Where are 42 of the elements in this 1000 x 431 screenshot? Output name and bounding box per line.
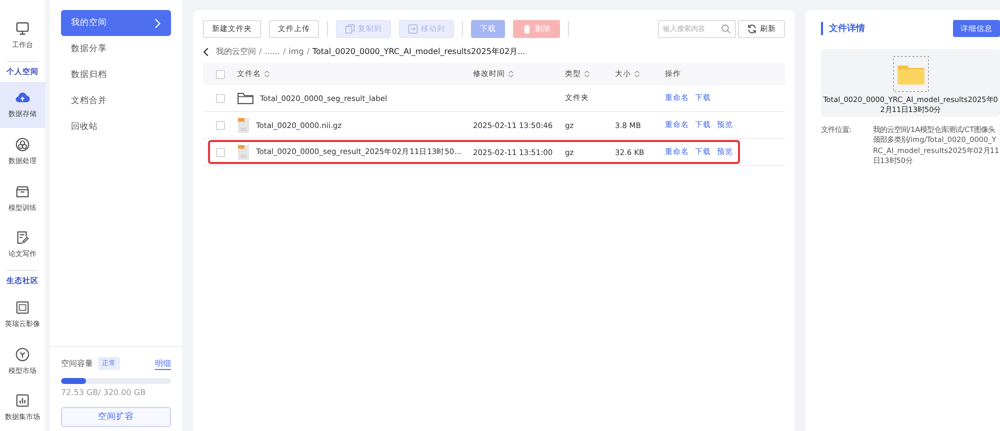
sort-icon	[634, 70, 640, 78]
breadcrumb-separator: /	[306, 47, 310, 56]
checkbox[interactable]	[216, 94, 224, 102]
folder-icon	[892, 56, 928, 92]
capacity-label: 空间容量	[61, 358, 93, 369]
file-icon	[237, 144, 250, 160]
checkbox[interactable]	[216, 120, 224, 130]
current-folder: Total_0020_0000_YRC_AI_model_results2025年02月...	[312, 46, 526, 57]
capacity-reading: 72.53 GB/ 320.00 GB	[61, 388, 147, 397]
copy-icon	[345, 24, 355, 34]
checkbox[interactable]	[216, 148, 224, 156]
back-icon[interactable]	[203, 46, 209, 56]
sidebar-item[interactable]: 文档合并	[61, 88, 171, 114]
breadcrumb-link[interactable]: 我的云空间	[216, 46, 256, 57]
sort-icon	[264, 70, 270, 78]
trash-icon	[522, 24, 532, 34]
sort-icon	[508, 70, 514, 78]
sidebar-item[interactable]: 我的空间	[61, 10, 171, 36]
sidebar-item[interactable]: 回收站	[61, 114, 171, 140]
folder-icon	[237, 92, 254, 104]
breadcrumb-separator: /	[282, 47, 286, 56]
breadcrumb-link[interactable]: img	[288, 47, 304, 56]
detail-link[interactable]: 明细	[155, 358, 171, 370]
refresh-icon	[747, 24, 757, 34]
circles-icon	[15, 137, 30, 152]
breadcrumb-link[interactable]: ......	[264, 47, 280, 56]
panel-title: 文件详情	[821, 22, 865, 35]
sidebar-item[interactable]: 数据归档	[61, 62, 171, 88]
checkbox[interactable]	[216, 70, 224, 78]
sort-icon	[584, 70, 590, 78]
monitor-icon	[15, 20, 30, 36]
sidebar-item[interactable]: 数据分享	[61, 36, 171, 62]
image-frame-icon	[15, 300, 30, 315]
edit-document-icon	[15, 230, 30, 246]
bar-chart-icon	[15, 393, 30, 408]
file-icon	[237, 116, 250, 134]
chevron-right-icon	[154, 18, 161, 28]
expand-space-button[interactable]: 空间扩容	[61, 407, 171, 427]
move-icon	[408, 24, 418, 34]
breadcrumb-separator: /	[259, 47, 262, 56]
box-icon	[15, 184, 30, 199]
search-icon	[721, 24, 731, 34]
